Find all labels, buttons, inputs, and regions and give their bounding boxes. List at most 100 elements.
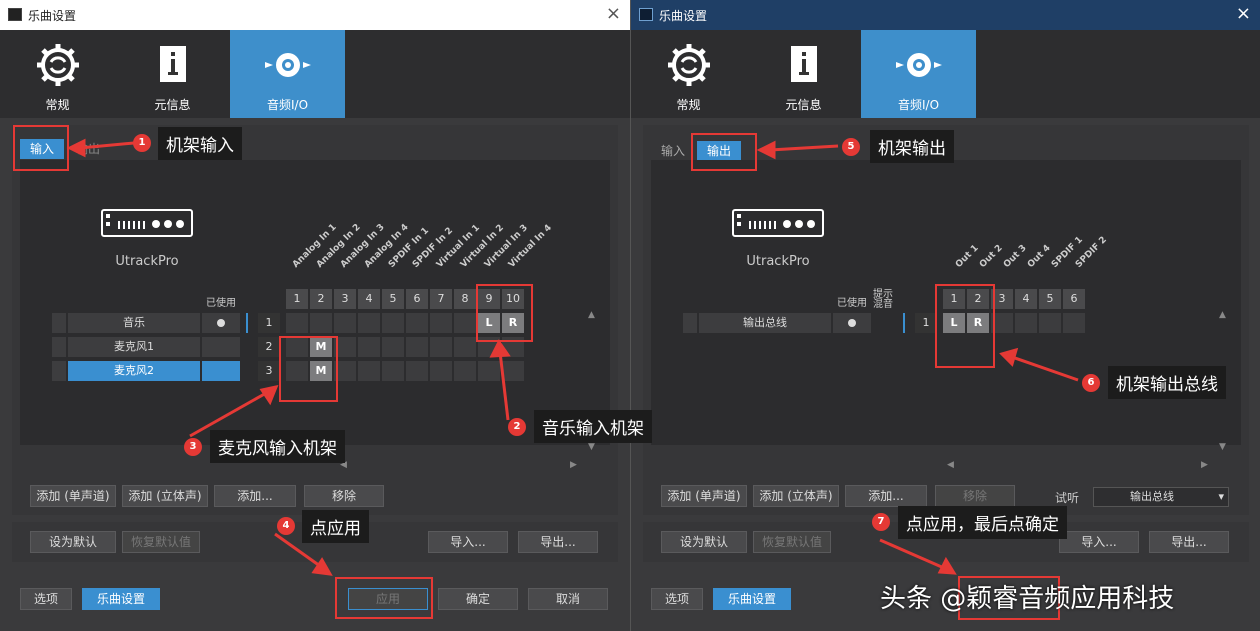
channel-name-music[interactable]: 音乐: [68, 313, 200, 333]
export-button[interactable]: 导出...: [1149, 531, 1229, 553]
add-stereo-button[interactable]: 添加 (立体声): [753, 485, 839, 507]
cancel-button[interactable]: 取消: [528, 588, 608, 610]
annotation-text: 麦克风输入机架: [210, 430, 345, 463]
tab-meta-info[interactable]: 元信息: [746, 30, 861, 118]
routing-cell[interactable]: [430, 361, 452, 381]
routing-cell[interactable]: [310, 313, 332, 333]
routing-cell[interactable]: [454, 337, 476, 357]
tab-general[interactable]: 常规: [0, 30, 115, 118]
annotation-badge: 1: [133, 134, 151, 152]
set-default-button[interactable]: 设为默认: [30, 531, 116, 553]
column-number: 4: [1015, 289, 1037, 309]
level-meter: [903, 313, 905, 333]
scroll-right-icon[interactable]: ▶: [570, 460, 577, 470]
tab-general-label: 常规: [676, 98, 701, 112]
routing-cell[interactable]: [1039, 313, 1061, 333]
routing-cell[interactable]: [382, 313, 404, 333]
routing-cell[interactable]: [406, 361, 428, 381]
add-button[interactable]: 添加...: [214, 485, 296, 507]
used-cell: [202, 313, 240, 333]
restore-default-button[interactable]: 恢复默认值: [753, 531, 831, 553]
highlight-mic-routing: [279, 336, 338, 402]
tab-audio-io[interactable]: 音频I/O: [230, 30, 345, 118]
annotation-badge: 2: [508, 418, 526, 436]
ok-button[interactable]: 确定: [438, 588, 518, 610]
audition-value: 输出总线: [1130, 490, 1174, 503]
settings-tabs: 常规 元信息 音频I/O: [631, 30, 1260, 118]
routing-cell[interactable]: [358, 313, 380, 333]
app-icon: [639, 8, 653, 21]
routing-cell[interactable]: [358, 361, 380, 381]
routing-cell[interactable]: [286, 313, 308, 333]
column-header: Out 4: [1025, 243, 1053, 270]
scroll-down-icon[interactable]: ▼: [1219, 442, 1226, 452]
import-button[interactable]: 导入...: [428, 531, 508, 553]
column-header: Out 1: [953, 243, 981, 270]
subtab-output[interactable]: 输出: [66, 139, 110, 159]
tab-audio-io[interactable]: 音频I/O: [861, 30, 976, 118]
device-name: UtrackPro: [115, 254, 179, 269]
routing-cell[interactable]: [334, 313, 356, 333]
row-handle[interactable]: [683, 313, 697, 333]
song-settings-button[interactable]: 乐曲设置: [713, 588, 791, 610]
column-header: Out 3: [1001, 243, 1029, 270]
set-default-button[interactable]: 设为默认: [661, 531, 747, 553]
routing-cell[interactable]: [430, 337, 452, 357]
add-stereo-button[interactable]: 添加 (立体声): [122, 485, 208, 507]
tab-meta-info[interactable]: 元信息: [115, 30, 230, 118]
routing-cell[interactable]: [382, 337, 404, 357]
routing-cell[interactable]: [454, 361, 476, 381]
row-handle[interactable]: [52, 337, 66, 357]
column-number: 5: [382, 289, 404, 309]
audition-select[interactable]: 输出总线 ▾: [1093, 487, 1229, 507]
routing-cell[interactable]: [1063, 313, 1085, 333]
scroll-down-icon[interactable]: ▼: [588, 442, 595, 452]
used-dot: [848, 319, 856, 327]
column-number: 8: [454, 289, 476, 309]
scroll-up-icon[interactable]: ▲: [1219, 310, 1226, 320]
scroll-left-icon[interactable]: ◀: [947, 460, 954, 470]
close-icon[interactable]: ×: [606, 3, 621, 24]
restore-default-button[interactable]: 恢复默认值: [122, 531, 200, 553]
routing-cell[interactable]: [382, 361, 404, 381]
channel-name-mic1[interactable]: 麦克风1: [68, 337, 200, 357]
add-mono-button[interactable]: 添加 (单声道): [30, 485, 116, 507]
tab-general[interactable]: 常规: [631, 30, 746, 118]
annotation-badge: 3: [184, 438, 202, 456]
export-button[interactable]: 导出...: [518, 531, 598, 553]
used-cell: [202, 337, 240, 357]
title-bar: 乐曲设置 ×: [631, 0, 1260, 30]
tab-meta-info-label: 元信息: [154, 98, 191, 112]
column-number: 5: [1039, 289, 1061, 309]
remove-button[interactable]: 移除: [304, 485, 384, 507]
scroll-up-icon[interactable]: ▲: [588, 310, 595, 320]
add-mono-button[interactable]: 添加 (单声道): [661, 485, 747, 507]
routing-cell[interactable]: [430, 313, 452, 333]
routing-cell[interactable]: [478, 361, 500, 381]
scroll-right-icon[interactable]: ▶: [1201, 460, 1208, 470]
gear-icon: [668, 44, 710, 86]
options-button[interactable]: 选项: [20, 588, 72, 610]
title-bar: 乐曲设置 ×: [0, 0, 630, 30]
routing-cell[interactable]: [406, 313, 428, 333]
routing-cell[interactable]: [358, 337, 380, 357]
routing-cell[interactable]: [1015, 313, 1037, 333]
remove-button[interactable]: 移除: [935, 485, 1015, 507]
column-number: 4: [358, 289, 380, 309]
add-button[interactable]: 添加...: [845, 485, 927, 507]
routing-cell[interactable]: [454, 313, 476, 333]
routing-cell[interactable]: [502, 361, 524, 381]
channel-name-output-bus[interactable]: 输出总线: [699, 313, 831, 333]
import-button[interactable]: 导入...: [1059, 531, 1139, 553]
tab-audio-io-label: 音频I/O: [897, 98, 940, 112]
subtab-input[interactable]: 输入: [651, 141, 695, 161]
column-number: 6: [1063, 289, 1085, 309]
row-handle[interactable]: [52, 361, 66, 381]
routing-cell[interactable]: [406, 337, 428, 357]
close-icon[interactable]: ×: [1236, 3, 1251, 24]
row-handle[interactable]: [52, 313, 66, 333]
app-icon: [8, 8, 22, 21]
channel-name-mic2[interactable]: 麦克风2: [68, 361, 200, 381]
options-button[interactable]: 选项: [651, 588, 703, 610]
song-settings-button[interactable]: 乐曲设置: [82, 588, 160, 610]
